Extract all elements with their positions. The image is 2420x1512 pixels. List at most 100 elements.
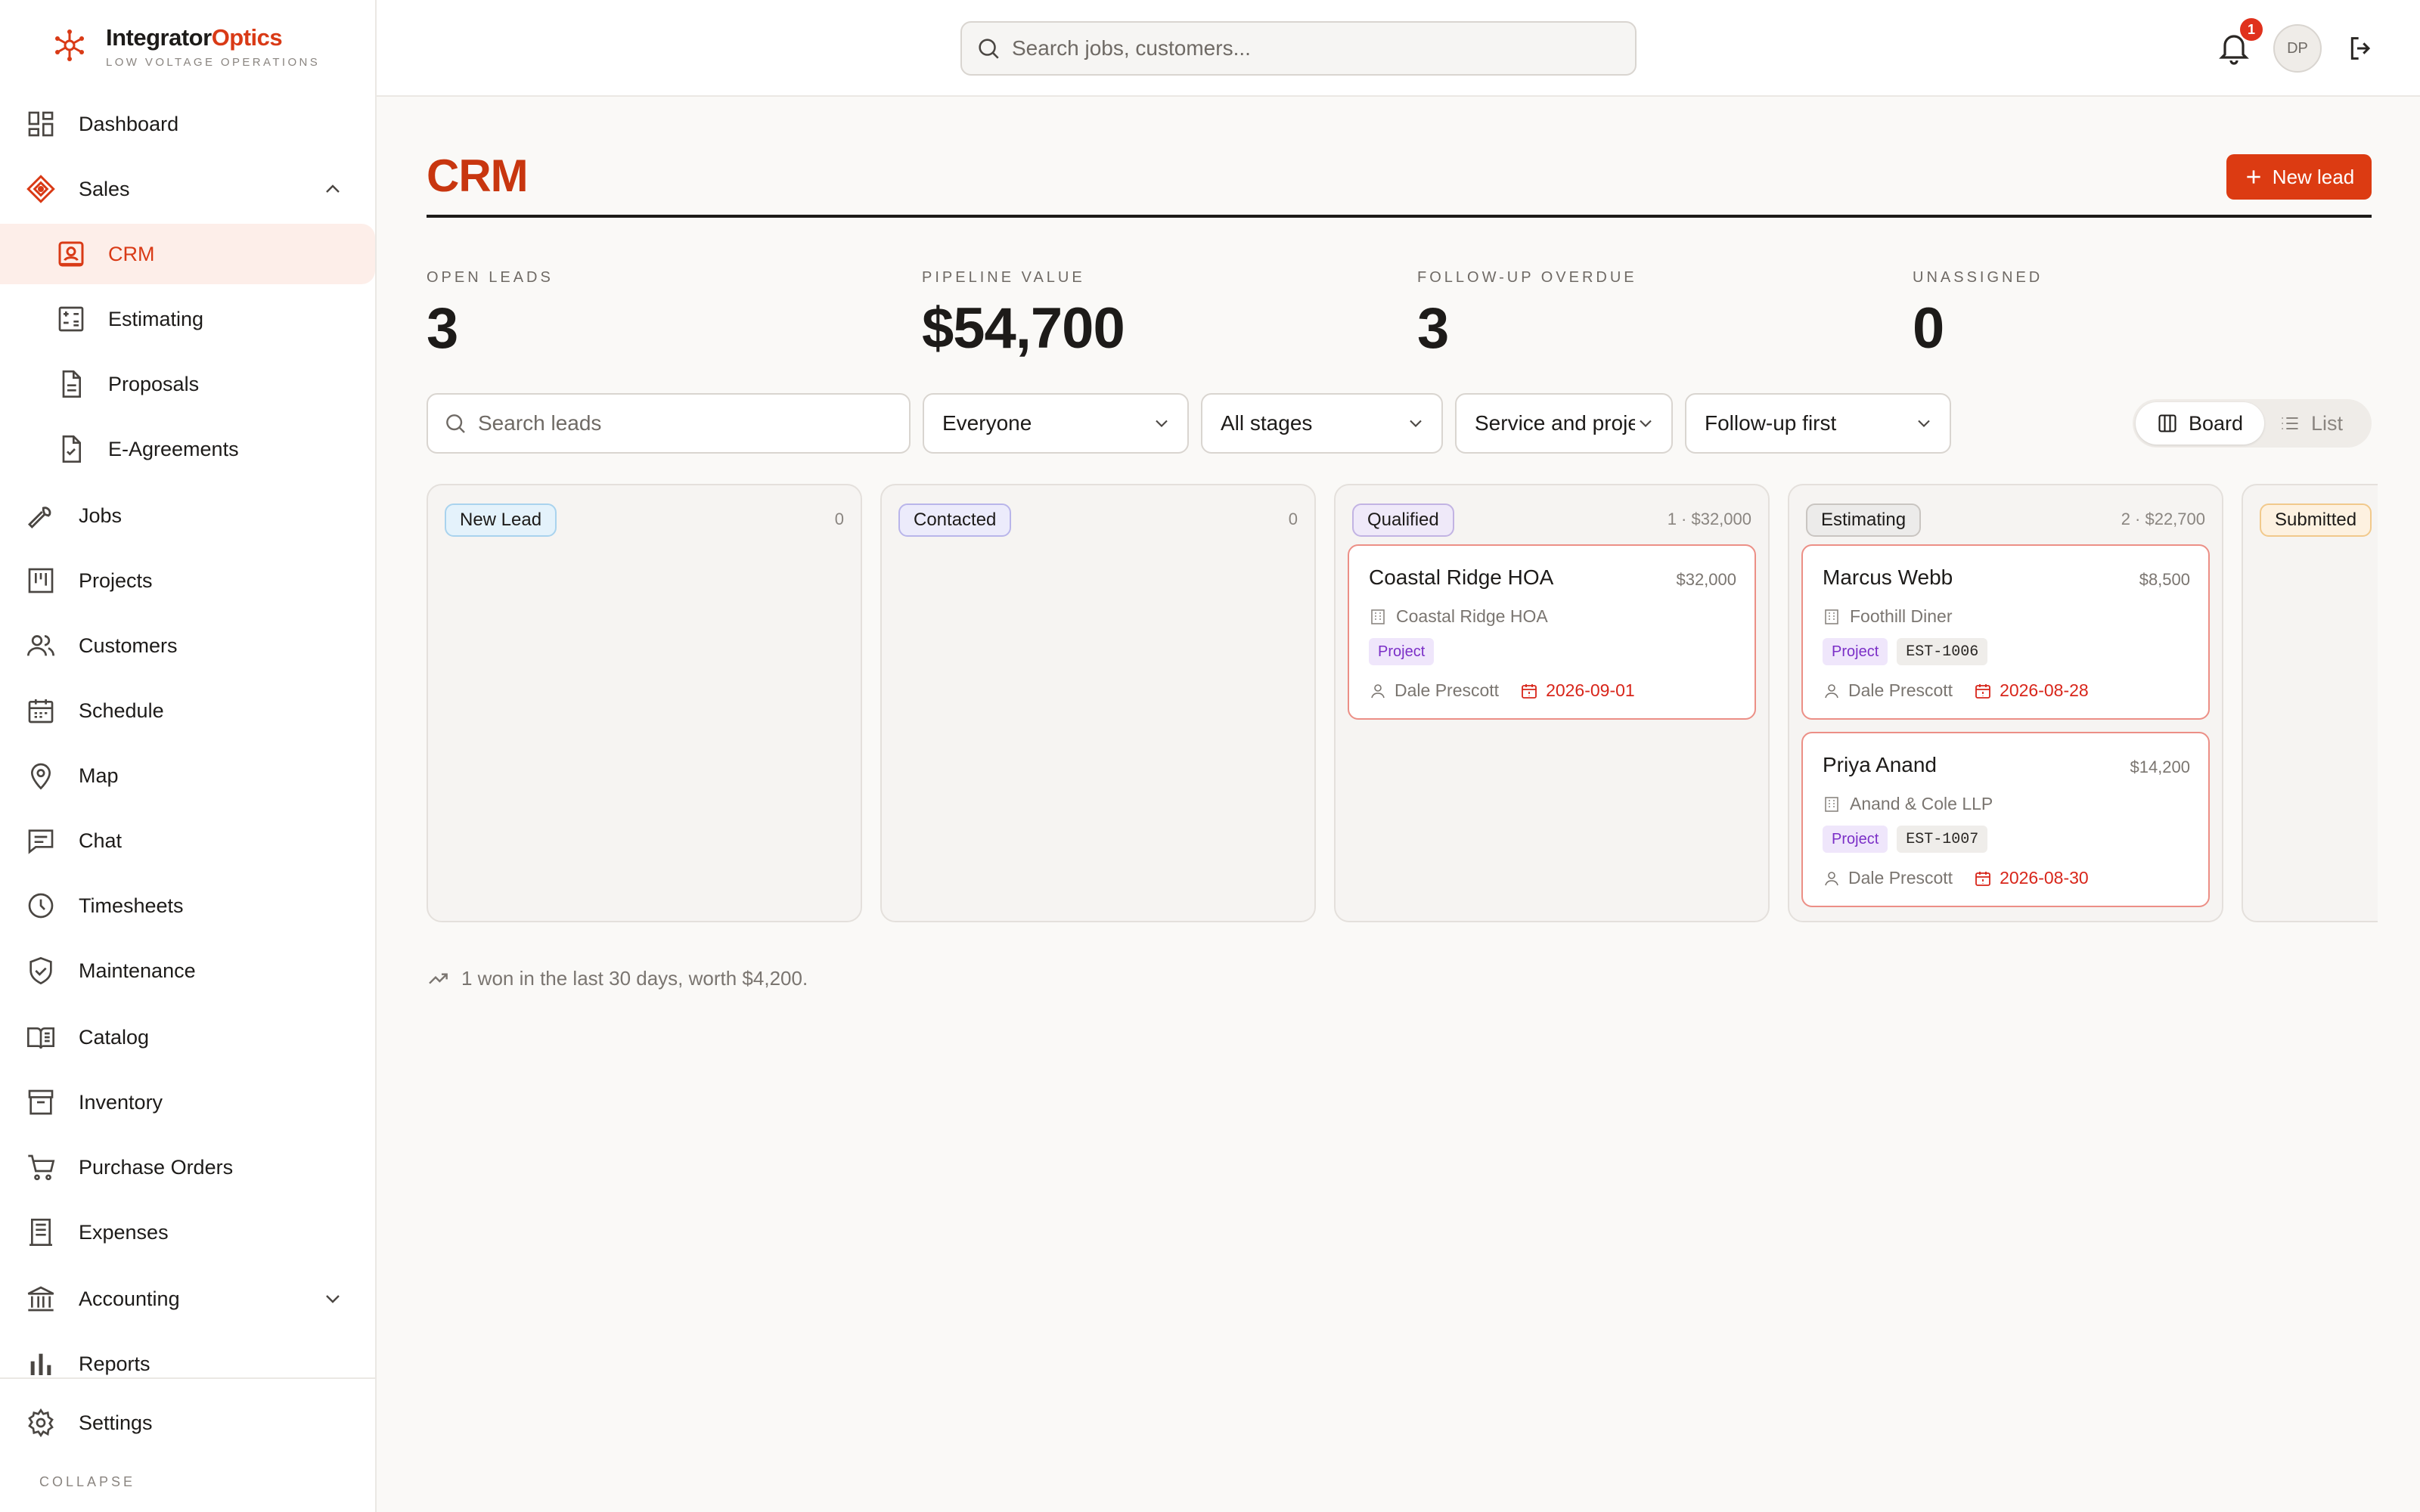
- sidebar-item-map[interactable]: Map: [0, 745, 375, 806]
- lead-card[interactable]: Priya Anand $14,200 Anand & Cole LLP Pro…: [1801, 732, 2210, 907]
- list-view-label: List: [2311, 411, 2344, 435]
- trending-up-icon: [429, 973, 448, 984]
- sort-value: Follow-up first: [1705, 411, 1837, 435]
- sidebar-item-label: Proposals: [108, 372, 200, 395]
- stage-filter-select[interactable]: All stages: [1201, 393, 1443, 454]
- type-filter-value: Service and projects: [1475, 411, 1635, 435]
- sidebar-item-timesheets[interactable]: Timesheets: [0, 875, 375, 936]
- sidebar-item-expenses[interactable]: Expenses: [0, 1202, 375, 1263]
- global-search-input[interactable]: [1012, 36, 1617, 60]
- column-summary: 0: [1288, 510, 1298, 528]
- stat-label: UNASSIGNED: [1913, 269, 2043, 286]
- lead-name: Marcus Webb: [1823, 565, 1953, 589]
- board-column-contacted: Contacted 0: [880, 484, 1316, 922]
- global-search[interactable]: [960, 21, 1637, 76]
- list-icon: [2282, 417, 2298, 430]
- lead-company: Coastal Ridge HOA: [1369, 606, 1548, 627]
- sidebar-item-projects[interactable]: Projects: [0, 550, 375, 611]
- brand[interactable]: IntegratorOptics LOW VOLTAGE OPERATIONS: [51, 24, 320, 69]
- list-view-button[interactable]: List: [2279, 402, 2370, 445]
- lead-card[interactable]: Coastal Ridge HOA $32,000 Coastal Ridge …: [1348, 544, 1756, 720]
- column-summary: 1 · $32,000: [1667, 510, 1751, 528]
- sidebar-item-inventory[interactable]: Inventory: [0, 1072, 375, 1132]
- stat-value: 3: [427, 296, 458, 361]
- sidebar-item-customers[interactable]: Customers: [0, 615, 375, 676]
- owner-filter-select[interactable]: Everyone: [923, 393, 1189, 454]
- sidebar-item-label: Chat: [79, 829, 123, 852]
- receipt-icon: [29, 1219, 52, 1246]
- sidebar-item-label: Schedule: [79, 699, 164, 722]
- columns-icon: [2158, 414, 2176, 432]
- search-icon: [446, 414, 465, 433]
- column-summary: 0: [834, 510, 844, 528]
- stage-pill: Submitted: [2260, 503, 2372, 537]
- sidebar-footer: Settings: [0, 1377, 375, 1512]
- chevron-up-icon[interactable]: [321, 177, 345, 201]
- calendar-alert-icon: [1975, 871, 1990, 886]
- stat-unassigned: UNASSIGNED 0: [1913, 269, 2043, 361]
- sidebar-item-chat[interactable]: Chat: [0, 810, 375, 871]
- sidebar-item-label: Expenses: [79, 1220, 169, 1244]
- board-view-button[interactable]: Board: [2136, 402, 2264, 445]
- sidebar-item-label: Maintenance: [79, 959, 196, 982]
- sort-select[interactable]: Follow-up first: [1685, 393, 1951, 454]
- sidebar-item-schedule[interactable]: Schedule: [0, 680, 375, 741]
- sidebar-item-crm[interactable]: CRM: [0, 224, 375, 284]
- avatar[interactable]: DP: [2273, 24, 2322, 73]
- wrench-icon: [27, 507, 51, 529]
- sidebar-item-label: Estimating: [108, 307, 204, 330]
- stat-pipeline-value: PIPELINE VALUE $54,700: [922, 269, 1125, 361]
- stat-label: FOLLOW-UP OVERDUE: [1417, 269, 1637, 286]
- sidebar-item-catalog[interactable]: Catalog: [0, 1007, 375, 1067]
- sidebar-item-sales[interactable]: Sales: [0, 159, 375, 219]
- cart-icon: [28, 1154, 55, 1181]
- page-title: CRM: [427, 150, 529, 201]
- board-column-estimating: Estimating 2 · $22,700 Marcus Webb $8,50…: [1788, 484, 2223, 922]
- follow-up-date: 2026-08-28: [1974, 680, 2089, 701]
- logout-icon[interactable]: [2346, 33, 2376, 64]
- sidebar-item-label: Jobs: [79, 503, 123, 527]
- sidebar-item-label: CRM: [108, 242, 155, 265]
- sidebar-item-purchase-orders[interactable]: Purchase Orders: [0, 1137, 375, 1198]
- collapse-sidebar-button[interactable]: COLLAPSE: [39, 1474, 135, 1490]
- type-filter-select[interactable]: Service and projects: [1455, 393, 1673, 454]
- lead-amount: $14,200: [2130, 758, 2190, 776]
- sidebar-item-label: Accounting: [79, 1287, 180, 1310]
- sidebar-item-e-agreements[interactable]: E-Agreements: [0, 419, 375, 479]
- lead-search[interactable]: [427, 393, 911, 454]
- lead-card[interactable]: Marcus Webb $8,500 Foothill Diner Projec…: [1801, 544, 2210, 720]
- column-summary: 2 · $22,700: [2121, 510, 2205, 528]
- new-lead-button[interactable]: New lead: [2226, 154, 2372, 200]
- stat-open-leads: OPEN LEADS 3: [427, 269, 554, 361]
- topbar: 1 DP: [377, 0, 2420, 97]
- follow-up-date-value: 2026-09-01: [1546, 680, 1635, 700]
- type-tag: Project: [1823, 826, 1888, 853]
- company-name: Foothill Diner: [1850, 606, 1953, 626]
- lead-name: Coastal Ridge HOA: [1369, 565, 1554, 589]
- sidebar-item-label: Settings: [79, 1411, 153, 1434]
- sidebar-item-dashboard[interactable]: Dashboard: [0, 94, 375, 154]
- lead-search-input[interactable]: [478, 411, 901, 435]
- sidebar-item-proposals[interactable]: Proposals: [0, 354, 375, 414]
- chevron-down-icon: [1410, 420, 1422, 427]
- sidebar-item-estimating[interactable]: Estimating: [0, 289, 375, 349]
- user-icon: [1825, 871, 1838, 885]
- sidebar-item-label: Sales: [79, 177, 130, 200]
- calculator-icon: [58, 306, 84, 332]
- chevron-down-icon: [1156, 420, 1168, 427]
- sidebar-item-jobs[interactable]: Jobs: [0, 485, 375, 546]
- chevron-down-icon: [1918, 420, 1930, 427]
- estimate-tag[interactable]: EST-1007: [1897, 826, 1988, 853]
- stat-label: OPEN LEADS: [427, 269, 554, 286]
- follow-up-date-value: 2026-08-30: [2000, 868, 2089, 888]
- sidebar-item-label: Customers: [79, 634, 178, 657]
- sidebar-item-maintenance[interactable]: Maintenance: [0, 940, 375, 1001]
- estimate-tag[interactable]: EST-1006: [1897, 638, 1988, 665]
- view-toggle: Board List: [2133, 399, 2372, 448]
- brand-tagline: LOW VOLTAGE OPERATIONS: [106, 56, 321, 69]
- sidebar-item-settings[interactable]: Settings: [0, 1393, 375, 1453]
- company-name: Coastal Ridge HOA: [1396, 606, 1548, 626]
- type-tag: Project: [1369, 638, 1435, 665]
- sidebar-item-accounting[interactable]: Accounting: [0, 1269, 375, 1329]
- chevron-down-icon[interactable]: [321, 1287, 345, 1311]
